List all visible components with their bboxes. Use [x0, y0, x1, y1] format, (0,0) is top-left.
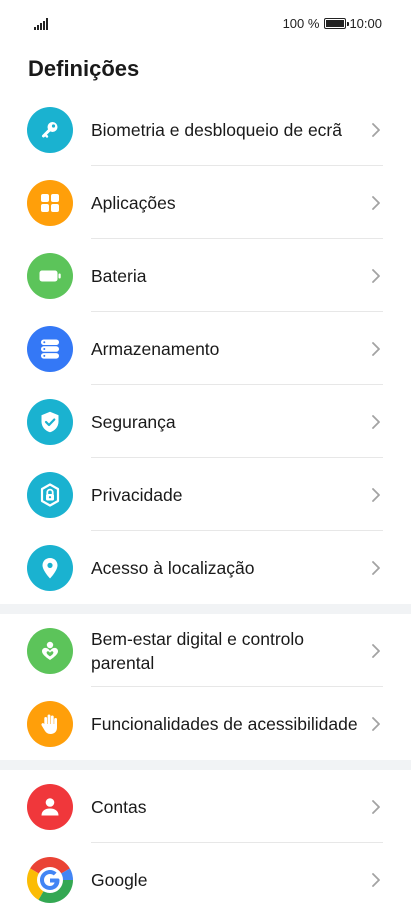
settings-item-label: Bem-estar digital e controlo parental — [91, 628, 305, 673]
settings-group-main: Biometria e desbloqueio de ecrã Aplicaçõ… — [0, 93, 411, 604]
settings-item-label: Bateria — [91, 265, 147, 286]
chevron-right-icon — [372, 195, 380, 210]
location-pin-icon — [27, 544, 73, 591]
settings-group-accounts: Contas Google — [0, 770, 411, 916]
settings-item-label: Google — [91, 869, 148, 890]
chevron-right-icon — [372, 560, 380, 575]
settings-item-google[interactable]: Google — [0, 843, 411, 916]
clock: 10:00 — [349, 16, 382, 31]
chevron-right-icon — [372, 643, 380, 658]
signal-strength-icon — [34, 18, 50, 30]
settings-item-security[interactable]: Segurança — [0, 385, 411, 458]
battery-percent: 100 % — [282, 16, 320, 31]
settings-item-apps[interactable]: Aplicações — [0, 166, 411, 239]
section-separator — [0, 604, 411, 614]
chevron-right-icon — [372, 716, 380, 731]
hand-icon — [27, 700, 73, 747]
chevron-right-icon — [372, 268, 380, 283]
chevron-right-icon — [372, 799, 380, 814]
settings-item-digital-wellbeing[interactable]: Bem-estar digital e controlo parental — [0, 614, 411, 687]
page-title: Definições — [28, 56, 140, 81]
chevron-right-icon — [372, 341, 380, 356]
settings-item-label: Biometria e desbloqueio de ecrã — [91, 119, 342, 140]
settings-item-accounts[interactable]: Contas — [0, 770, 411, 843]
chevron-right-icon — [372, 487, 380, 502]
section-separator — [0, 760, 411, 770]
key-icon — [27, 106, 73, 153]
settings-item-storage[interactable]: Armazenamento — [0, 312, 411, 385]
settings-item-label: Contas — [91, 796, 147, 817]
google-g-icon — [27, 856, 73, 903]
status-indicators: 100 % 10:00 — [283, 16, 382, 31]
chevron-right-icon — [372, 872, 380, 887]
storage-icon — [27, 325, 73, 372]
settings-item-label: Segurança — [91, 411, 176, 432]
privacy-lock-icon — [27, 471, 73, 518]
settings-item-battery[interactable]: Bateria — [0, 239, 411, 312]
settings-item-label: Privacidade — [91, 484, 183, 505]
settings-item-label: Funcionalidades de acessibilidade — [91, 713, 358, 734]
account-person-icon — [27, 783, 73, 830]
chevron-right-icon — [372, 122, 380, 137]
shield-check-icon — [27, 398, 73, 445]
settings-group-wellbeing: Bem-estar digital e controlo parental Fu… — [0, 614, 411, 760]
settings-item-label: Aplicações — [91, 192, 176, 213]
apps-grid-icon — [27, 179, 73, 226]
chevron-right-icon — [372, 414, 380, 429]
battery-icon — [27, 252, 73, 299]
digital-wellbeing-icon — [27, 627, 73, 674]
settings-item-accessibility[interactable]: Funcionalidades de acessibilidade — [0, 687, 411, 760]
settings-item-privacy[interactable]: Privacidade — [0, 458, 411, 531]
settings-item-label: Armazenamento — [91, 338, 220, 359]
battery-status-icon — [324, 18, 350, 29]
settings-item-location[interactable]: Acesso à localização — [0, 531, 411, 604]
settings-item-label: Acesso à localização — [91, 557, 255, 578]
status-bar: 100 % 10:00 — [0, 0, 411, 48]
settings-item-biometrics[interactable]: Biometria e desbloqueio de ecrã — [0, 93, 411, 166]
